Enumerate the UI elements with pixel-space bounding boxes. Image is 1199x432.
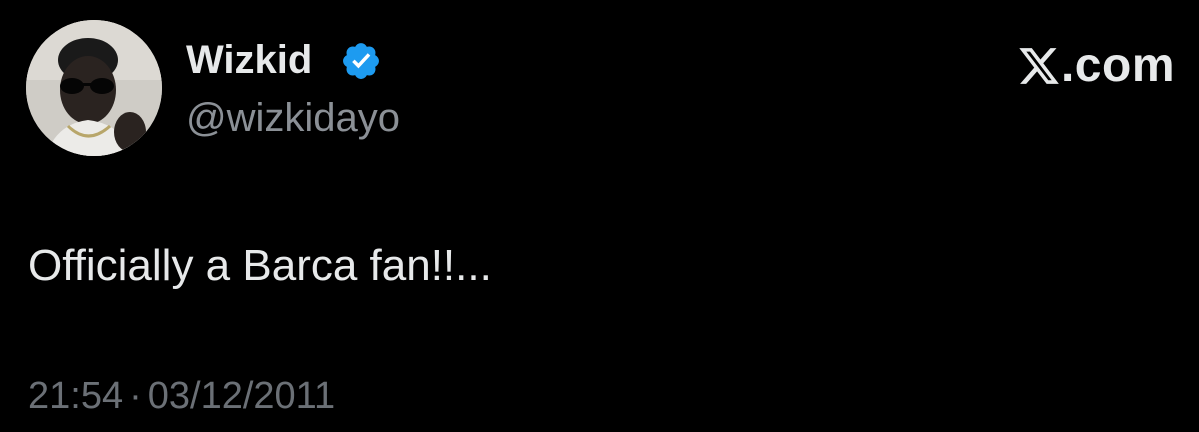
- tweet-time: 21:54: [28, 375, 124, 417]
- avatar-photo: [26, 20, 162, 156]
- brand-domain-suffix: .com: [1060, 39, 1175, 92]
- timestamp-separator: ·: [129, 375, 142, 417]
- author-display-name[interactable]: Wizkid: [186, 36, 312, 84]
- author-handle[interactable]: @wizkidayo: [186, 94, 400, 142]
- tweet-timestamp[interactable]: 21:54 · 03/12/2011: [28, 372, 335, 420]
- avatar[interactable]: [26, 20, 162, 156]
- brand-watermark: .com: [1017, 38, 1175, 94]
- x-logo-icon: [1019, 48, 1059, 84]
- verified-badge-icon: [343, 43, 379, 79]
- tweet-text: Officially a Barca fan!!...: [28, 241, 492, 290]
- tweet-date: 03/12/2011: [147, 375, 336, 417]
